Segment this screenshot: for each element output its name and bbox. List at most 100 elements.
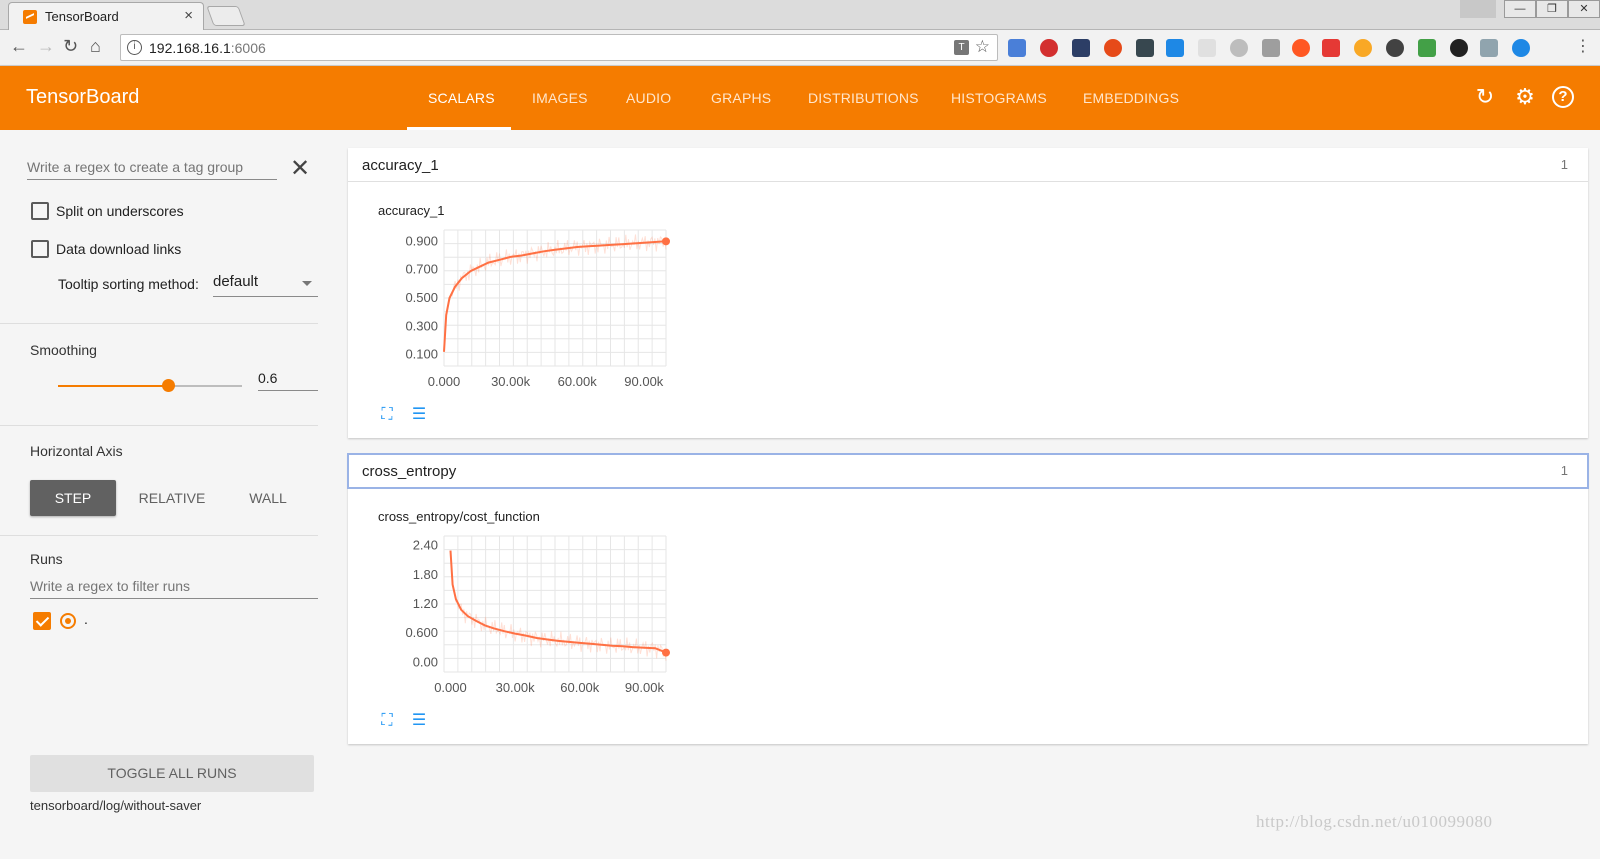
y-tick-label: 0.300 xyxy=(405,318,438,333)
category-header[interactable]: accuracy_1 1 xyxy=(348,148,1588,182)
app-brand: TensorBoard xyxy=(26,86,140,108)
axis-relative-button[interactable]: RELATIVE xyxy=(128,480,216,516)
browser-toolbar: ← → ↻ ⌂ i 192.168.16.1:6006 T ☆ ⋮ xyxy=(0,30,1600,66)
x-tick-label: 60.00k xyxy=(558,374,598,389)
tab-scalars[interactable]: SCALARS xyxy=(428,90,495,106)
window-controls: — ❐ ✕ xyxy=(1460,0,1600,18)
split-underscores-label: Split on underscores xyxy=(56,203,184,219)
category-pane-cross-entropy: cross_entropy 1 cross_entropy/cost_funct… xyxy=(347,453,1589,744)
sidebar-divider xyxy=(0,535,318,536)
extension-s-icon[interactable] xyxy=(1166,39,1184,57)
smoothing-slider[interactable] xyxy=(58,379,242,392)
tab-histograms[interactable]: HISTOGRAMS xyxy=(951,90,1047,106)
axis-wall-button[interactable]: WALL xyxy=(232,480,304,516)
extension-grid-icon[interactable] xyxy=(1418,39,1436,57)
chart-cross-entropy[interactable]: 2.40 1.80 1.20 0.600 0.00 0.000 30.00k 60.00k 90… xyxy=(378,526,678,711)
split-underscores-checkbox[interactable] xyxy=(31,202,49,220)
y-tick-label: 1.20 xyxy=(413,596,438,611)
runs-title: Runs xyxy=(30,551,63,567)
extension-speed-icon[interactable] xyxy=(1386,39,1404,57)
maximize-button[interactable]: ❐ xyxy=(1536,0,1568,18)
data-table-menu-icon[interactable]: ☰ xyxy=(410,406,428,424)
data-download-checkbox[interactable] xyxy=(31,240,49,258)
category-name: accuracy_1 xyxy=(362,157,439,174)
extension-pocket-icon[interactable] xyxy=(1136,39,1154,57)
tensorboard-header: TensorBoard SCALARS IMAGES AUDIO GRAPHS … xyxy=(0,66,1600,130)
extension-colorful-icon[interactable] xyxy=(1104,39,1122,57)
back-arrow-icon[interactable]: ← xyxy=(10,36,28,57)
chart-grid xyxy=(443,535,667,673)
extension-camera-icon[interactable] xyxy=(1292,39,1310,57)
x-tick-label: 0.000 xyxy=(428,374,461,389)
data-table-menu-icon[interactable]: ☰ xyxy=(410,712,428,730)
clear-regex-close-icon[interactable]: ✕ xyxy=(290,154,310,183)
tag-group-regex-input[interactable] xyxy=(27,154,277,180)
minimize-button[interactable]: — xyxy=(1504,0,1536,18)
x-tick-label: 90.00k xyxy=(624,374,664,389)
extension-cookie-icon[interactable] xyxy=(1354,39,1372,57)
log-directory: tensorboard/log/without-saver xyxy=(30,798,202,813)
data-download-label: Data download links xyxy=(56,241,182,257)
x-tick-label: 30.00k xyxy=(491,374,531,389)
reload-icon[interactable]: ↻ xyxy=(63,36,78,57)
help-icon[interactable]: ? xyxy=(1552,86,1574,108)
settings-gear-icon[interactable]: ⚙ xyxy=(1512,84,1538,110)
tab-embeddings[interactable]: EMBEDDINGS xyxy=(1083,90,1179,106)
chart-accuracy-svg[interactable]: 0.900 0.700 0.500 0.300 0.100 0.000 30.00k 60.0… xyxy=(378,220,678,400)
close-window-button[interactable]: ✕ xyxy=(1568,0,1600,18)
url-text: 192.168.16.1:6006 xyxy=(149,40,266,56)
extension-key-icon[interactable] xyxy=(1512,39,1530,57)
bookmark-star-icon[interactable]: ☆ xyxy=(975,37,990,57)
fullscreen-expand-icon[interactable]: ⛶ xyxy=(378,406,396,424)
refresh-icon[interactable]: ↻ xyxy=(1472,84,1498,110)
chart-accuracy[interactable]: 0.900 0.700 0.500 0.300 0.100 0.000 30.00k 60.0… xyxy=(378,220,678,405)
y-tick-label: 0.500 xyxy=(405,290,438,305)
extension-leaf-icon[interactable] xyxy=(1262,39,1280,57)
runs-filter-input[interactable] xyxy=(30,573,318,599)
smoothing-slider-fill xyxy=(58,385,169,387)
y-tick-label: 0.900 xyxy=(405,233,438,248)
chart-cross-entropy-svg[interactable]: 2.40 1.80 1.20 0.600 0.00 0.000 30.00k 60.00k 90… xyxy=(378,526,678,706)
new-tab-button[interactable] xyxy=(206,6,246,26)
x-tick-label: 30.00k xyxy=(496,680,536,695)
smoothing-value-input[interactable]: 0.6 xyxy=(258,367,318,391)
tooltip-sorting-select[interactable]: default xyxy=(213,271,318,297)
browser-tab-title: TensorBoard xyxy=(45,9,119,24)
home-icon[interactable]: ⌂ xyxy=(90,36,101,57)
fullscreen-expand-icon[interactable]: ⛶ xyxy=(378,712,396,730)
browser-tab[interactable]: TensorBoard × xyxy=(8,2,204,30)
extension-faded-icon[interactable] xyxy=(1198,39,1216,57)
tooltip-sorting-label: Tooltip sorting method: xyxy=(58,276,199,292)
last-point-marker xyxy=(662,648,670,657)
tab-images[interactable]: IMAGES xyxy=(532,90,588,106)
toggle-all-runs-button[interactable]: TOGGLE ALL RUNS xyxy=(30,755,314,792)
run-checkbox[interactable] xyxy=(33,612,51,630)
extension-dark-icon[interactable] xyxy=(1450,39,1468,57)
chart-card-title: accuracy_1 xyxy=(378,203,445,218)
tab-graphs[interactable]: GRAPHS xyxy=(711,90,771,106)
category-count: 1 xyxy=(1560,463,1568,478)
run-color-radio-icon[interactable] xyxy=(60,613,76,629)
extension-gray-icon[interactable] xyxy=(1230,39,1248,57)
extension-user-icon[interactable] xyxy=(1480,39,1498,57)
tab-distributions[interactable]: DISTRIBUTIONS xyxy=(808,90,919,106)
category-name: cross_entropy xyxy=(362,463,457,480)
forward-arrow-icon[interactable]: → xyxy=(37,36,55,57)
address-bar[interactable]: i 192.168.16.1:6006 T ☆ xyxy=(120,34,998,61)
tab-audio[interactable]: AUDIO xyxy=(626,90,671,106)
translate-icon[interactable]: T xyxy=(954,40,969,55)
smoothing-slider-knob[interactable] xyxy=(162,379,176,392)
close-tab-icon[interactable]: × xyxy=(184,7,193,24)
chart-card-title: cross_entropy/cost_function xyxy=(378,509,540,524)
smoothed-series-line xyxy=(449,550,667,654)
category-header[interactable]: cross_entropy 1 xyxy=(347,453,1589,489)
extension-translate-icon[interactable] xyxy=(1008,39,1026,57)
extension-adblock-icon[interactable] xyxy=(1040,39,1058,57)
extension-send-icon[interactable] xyxy=(1072,39,1090,57)
axis-step-button[interactable]: STEP xyxy=(30,480,116,516)
sidebar-divider xyxy=(0,323,318,324)
extension-office-icon[interactable] xyxy=(1322,39,1340,57)
browser-menu-icon[interactable]: ⋮ xyxy=(1575,36,1591,56)
y-tick-label: 2.40 xyxy=(413,538,438,553)
site-info-icon[interactable]: i xyxy=(127,40,142,55)
